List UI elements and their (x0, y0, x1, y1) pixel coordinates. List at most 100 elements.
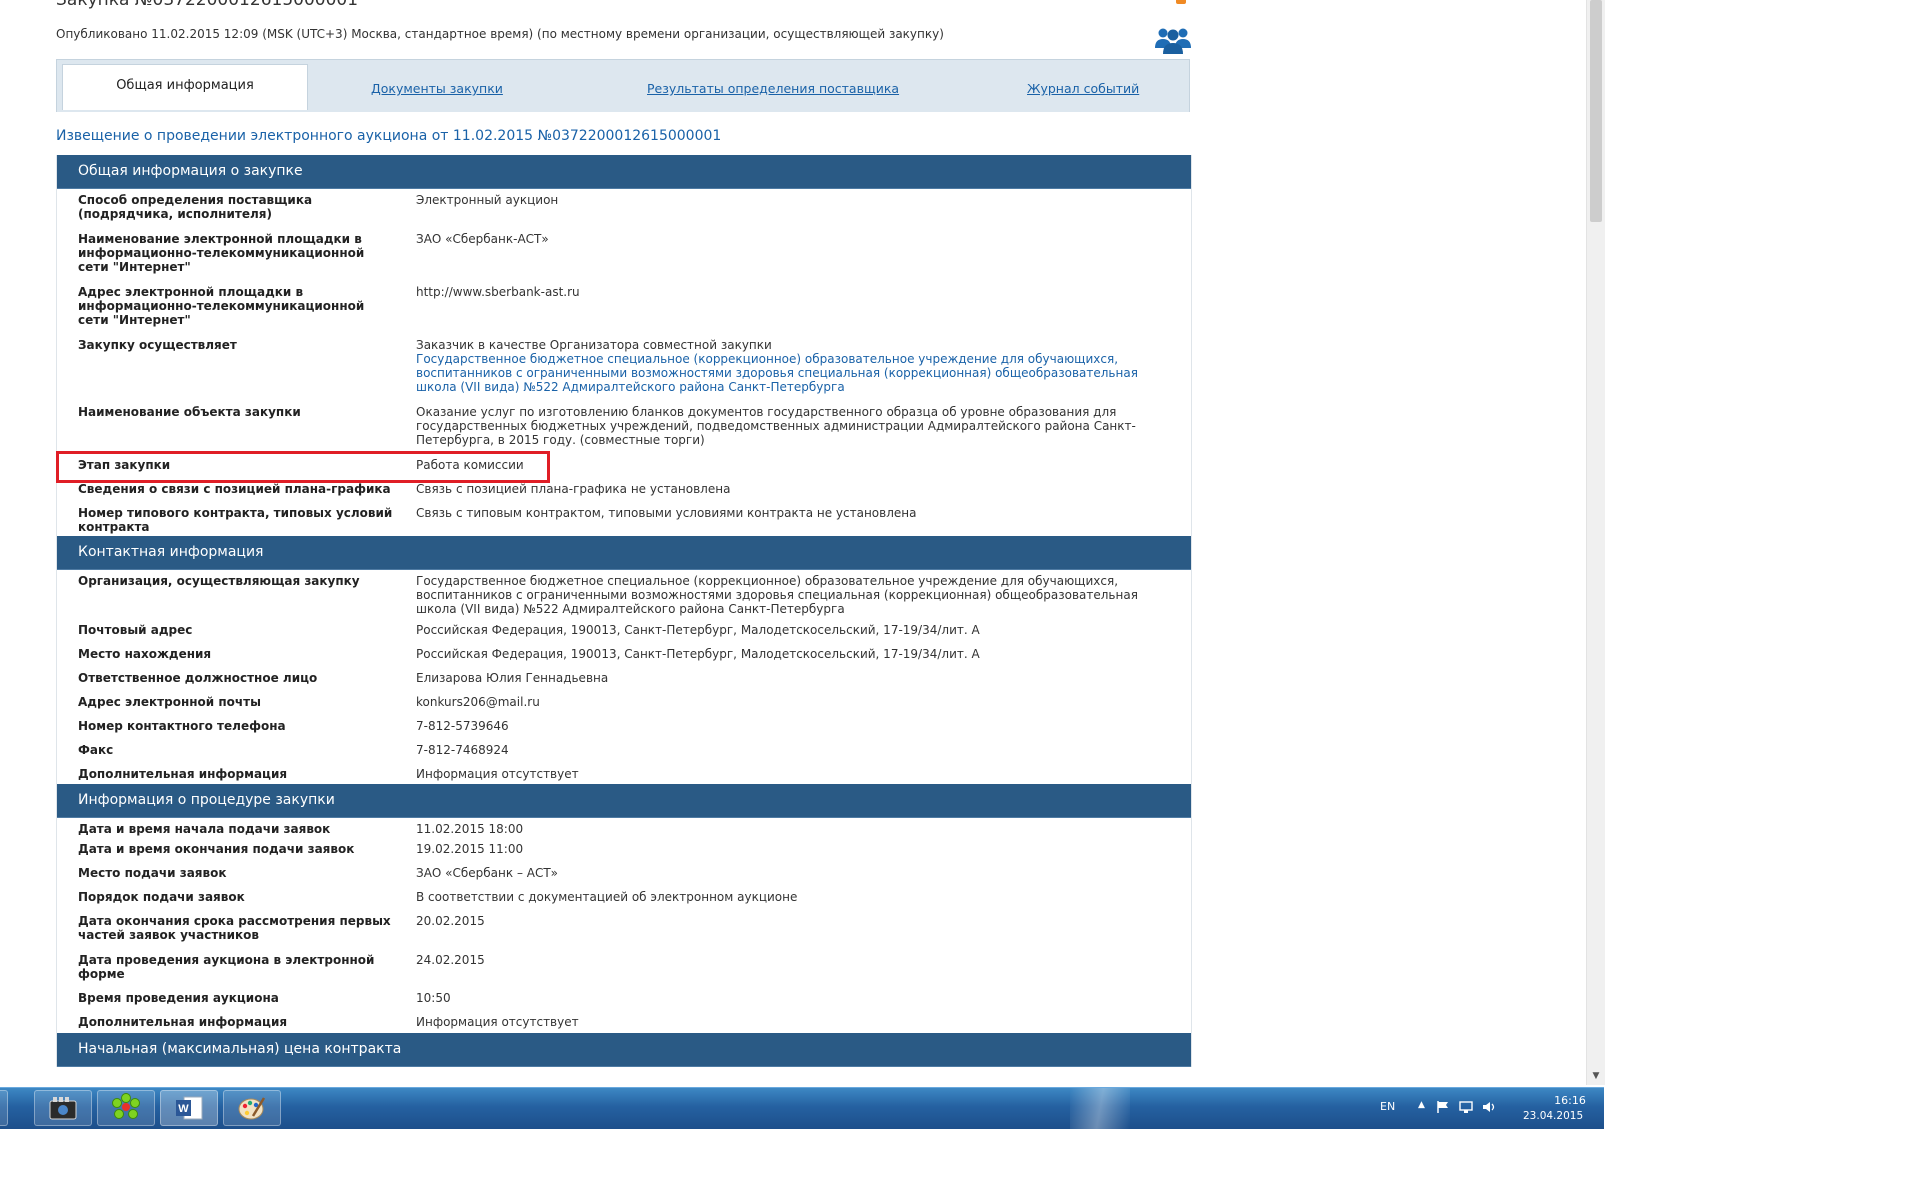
contact-rows: Организация, осуществляющая закупку Госу… (57, 570, 1191, 784)
scroll-down-arrow-icon[interactable]: ▼ (1590, 1070, 1602, 1082)
word-icon: W (176, 1096, 203, 1120)
network-icon[interactable] (1459, 1100, 1473, 1114)
row-value: Электронный аукцион (416, 193, 559, 207)
tab-supplier-results[interactable]: Результаты определения поставщика (647, 81, 899, 96)
row-label: Почтовый адрес (78, 623, 193, 637)
organizer-link[interactable]: Государственное бюджетное специальное (к… (416, 352, 1146, 394)
row-value: http://www.sberbank-ast.ru (416, 285, 580, 299)
table-row: Почтовый адрес Российская Федерация, 190… (57, 623, 1191, 647)
row-value: Связь с типовым контрактом, типовыми усл… (416, 506, 917, 520)
language-indicator[interactable]: EN (1380, 1100, 1395, 1113)
volume-icon[interactable] (1482, 1100, 1497, 1114)
tab-bar: Общая информация Документы закупки Резул… (56, 59, 1190, 112)
highlight-annotation (56, 451, 550, 483)
row-value: В соответствии с документацией об электр… (416, 890, 798, 904)
row-label: Порядок подачи заявок (78, 890, 245, 904)
table-row: Адрес электронной площадки в информацион… (57, 285, 1191, 338)
table-row: Дата окончания срока рассмотрения первых… (57, 914, 1191, 953)
table-row: Наименование электронной площадки в инфо… (57, 232, 1191, 285)
tray-arrow-icon[interactable]: ▲ (1418, 1100, 1425, 1110)
tab-general-info[interactable]: Общая информация (62, 64, 308, 110)
row-value: 7-812-5739646 (416, 719, 509, 733)
row-value: Елизарова Юлия Геннадьевна (416, 671, 609, 685)
taskbar: W EN ▲ 16:16 23.04.2015 (0, 1087, 1604, 1129)
notice-title[interactable]: Извещение о проведении электронного аукц… (56, 128, 721, 144)
table-row: Организация, осуществляющая закупку Госу… (57, 570, 1191, 623)
row-label: Место подачи заявок (78, 866, 227, 880)
row-value: Российская Федерация, 190013, Санкт-Пете… (416, 647, 980, 661)
taskbar-media-app[interactable] (34, 1090, 92, 1126)
row-label: Ответственное должностное лицо (78, 671, 318, 685)
row-value: 10:50 (416, 991, 451, 1005)
section-header-price: Начальная (максимальная) цена контракта (57, 1033, 1191, 1067)
clock-date[interactable]: 23.04.2015 (1523, 1110, 1583, 1122)
row-label: Сведения о связи с позицией плана-график… (78, 482, 391, 496)
row-label: Наименование электронной площадки в инфо… (78, 232, 365, 274)
organizer-role: Заказчик в качестве Организатора совмест… (416, 338, 772, 352)
row-label: Адрес электронной почты (78, 695, 261, 709)
table-row: Дополнительная информация Информация отс… (57, 767, 1191, 784)
table-row: Номер типового контракта, типовых услови… (57, 506, 1191, 536)
taskbar-icq[interactable] (97, 1090, 155, 1126)
vertical-scrollbar[interactable]: ▼ (1586, 0, 1605, 1085)
page-title: Закупка №0372200012615000001 (56, 0, 359, 10)
table-row: Номер контактного телефона 7-812-5739646 (57, 719, 1191, 743)
row-label: Время проведения аукциона (78, 991, 279, 1005)
row-value: konkurs206@mail.ru (416, 695, 540, 709)
row-value: 19.02.2015 11:00 (416, 842, 524, 856)
icq-flower-icon (112, 1093, 140, 1119)
tab-documents[interactable]: Документы закупки (371, 81, 503, 96)
pinned-app-button[interactable] (0, 1090, 8, 1126)
row-label: Дата и время окончания подачи заявок (78, 842, 355, 856)
row-value: Российская Федерация, 190013, Санкт-Пете… (416, 623, 980, 637)
users-icon[interactable] (1154, 24, 1192, 54)
row-value: 7-812-7468924 (416, 743, 509, 757)
row-label: Адрес электронной площадки в информацион… (78, 285, 365, 327)
row-value: 11.02.2015 18:00 (416, 822, 524, 836)
row-label: Факс (78, 743, 114, 757)
row-label: Дата и время начала подачи заявок (78, 822, 331, 836)
paint-icon (238, 1097, 266, 1120)
table-row: Сведения о связи с позицией плана-график… (57, 482, 1191, 506)
table-row: Закупку осуществляет Заказчик в качестве… (57, 338, 1191, 405)
taskbar-paint[interactable] (223, 1090, 281, 1126)
table-row: Порядок подачи заявок В соответствии с д… (57, 890, 1191, 914)
row-value: Государственное бюджетное специальное (к… (416, 574, 1138, 616)
row-label: Закупку осуществляет (78, 338, 237, 352)
tab-event-log[interactable]: Журнал событий (1027, 81, 1139, 96)
rss-icon[interactable] (1176, 0, 1186, 4)
row-label: Дополнительная информация (78, 767, 288, 781)
section-header-procedure: Информация о процедуре закупки (57, 784, 1191, 818)
clock-time[interactable]: 16:16 (1540, 1094, 1600, 1107)
table-row: Ответственное должностное лицо Елизарова… (57, 671, 1191, 695)
section-header-general: Общая информация о закупке (57, 155, 1191, 189)
table-row: Факс 7-812-7468924 (57, 743, 1191, 767)
row-label: Номер контактного телефона (78, 719, 286, 733)
row-value: ЗАО «Сбербанк – АСТ» (416, 866, 559, 880)
taskbar-word[interactable]: W (160, 1090, 218, 1126)
row-label: Способ определения поставщика (подрядчик… (78, 193, 313, 221)
taskbar-glare (1070, 1088, 1130, 1129)
published-info: Опубликовано 11.02.2015 12:09 (MSK (UTC+… (56, 27, 944, 41)
table-row: Место нахождения Российская Федерация, 1… (57, 647, 1191, 671)
table-row: Время проведения аукциона 10:50 (57, 991, 1191, 1015)
svg-text:W: W (178, 1103, 189, 1115)
row-value: Связь с позицией плана-графика не устано… (416, 482, 731, 496)
table-row: Адрес электронной почты konkurs206@mail.… (57, 695, 1191, 719)
scroll-thumb[interactable] (1590, 0, 1602, 222)
row-label: Организация, осуществляющая закупку (78, 574, 360, 588)
row-value: Информация отсутствует (416, 1015, 579, 1029)
row-label: Номер типового контракта, типовых услови… (78, 506, 393, 534)
general-rows: Способ определения поставщика (подрядчик… (57, 189, 1191, 536)
system-tray: EN ▲ 16:16 23.04.2015 (1380, 1088, 1604, 1129)
row-value: 24.02.2015 (416, 953, 485, 967)
procedure-rows: Дата и время начала подачи заявок 11.02.… (57, 818, 1191, 1033)
row-label: Дата проведения аукциона в электронной ф… (78, 953, 375, 981)
table-row: Дата и время начала подачи заявок 11.02.… (57, 818, 1191, 842)
action-center-flag-icon[interactable] (1436, 1100, 1450, 1114)
row-value: 20.02.2015 (416, 914, 485, 928)
table-row: Дополнительная информация Информация отс… (57, 1015, 1191, 1033)
table-row: Дата проведения аукциона в электронной ф… (57, 953, 1191, 991)
row-label: Дата окончания срока рассмотрения первых… (78, 914, 391, 942)
row-value: Информация отсутствует (416, 767, 579, 781)
